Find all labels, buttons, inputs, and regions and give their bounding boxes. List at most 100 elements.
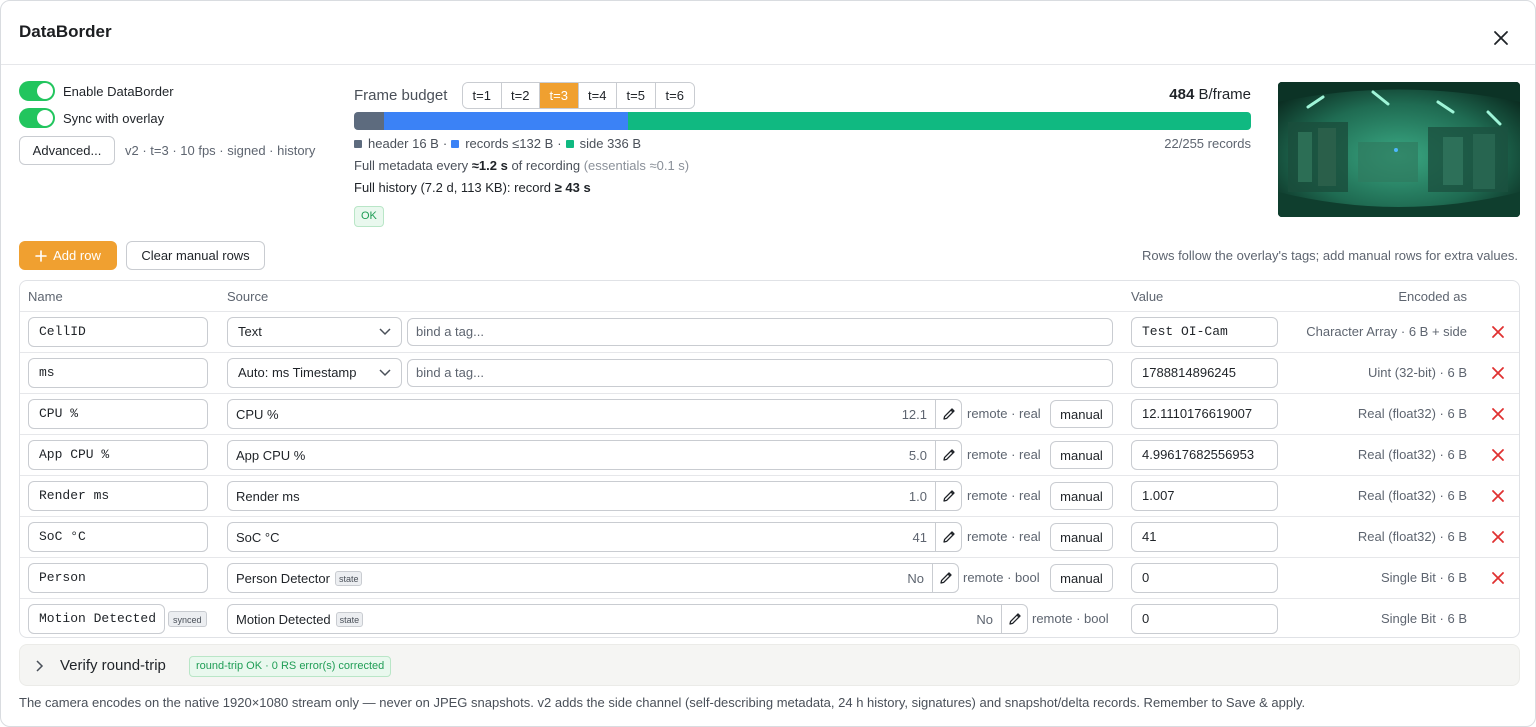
record-count: 22/255 records [1164, 136, 1251, 151]
delete-row-icon[interactable] [1491, 571, 1505, 585]
row-source-meta: remote · real [967, 447, 1041, 462]
row-source-label: Auto: ms Timestamp [238, 365, 357, 380]
tier-5[interactable]: t=5 [617, 83, 656, 108]
sync-overlay-row[interactable]: Sync with overlay [19, 108, 164, 128]
advanced-button[interactable]: Advanced... [19, 136, 115, 165]
footnote: The camera encodes on the native 1920×10… [19, 695, 1306, 710]
legend-side-swatch [565, 139, 574, 148]
table-row: SoC °C SoC °C 41 remote · real manual 41… [20, 516, 1519, 557]
edit-source-button[interactable] [935, 441, 961, 469]
status-badge: OK [354, 206, 384, 227]
enable-databorder-toggle[interactable] [19, 81, 55, 101]
row-source-field[interactable]: Person Detector state No [227, 563, 959, 593]
row-bind-tag-input[interactable]: bind a tag... [407, 318, 1113, 346]
row-value-input[interactable]: 0 [1131, 563, 1278, 593]
delete-row-icon[interactable] [1491, 407, 1505, 421]
row-source-select[interactable]: Text [227, 317, 402, 347]
row-source-field[interactable]: App CPU % 5.0 [227, 440, 962, 470]
manual-button[interactable]: manual [1050, 523, 1113, 551]
state-tag: state [335, 612, 364, 627]
delete-row-icon[interactable] [1491, 489, 1505, 503]
close-icon[interactable] [1489, 26, 1513, 50]
tier-4[interactable]: t=4 [578, 83, 617, 108]
frame-budget-total: 484 B/frame [1121, 86, 1251, 103]
sync-overlay-toggle[interactable] [19, 108, 55, 128]
row-encoded-as: Real (float32) · 6 B [1357, 488, 1467, 503]
row-value-input[interactable]: 41 [1131, 522, 1278, 552]
row-source-value: 41 [912, 530, 927, 545]
row-source-field[interactable]: CPU % 12.1 [227, 399, 962, 429]
bar-side-segment [628, 112, 1251, 130]
column-header-name: Name [28, 289, 63, 304]
delete-row-icon[interactable] [1491, 530, 1505, 544]
legend-records-text: records ≤132 B [465, 136, 554, 151]
history-interval: Full history (7.2 d, 113 KB): record ≥ 4… [354, 180, 591, 195]
manual-button[interactable]: manual [1050, 482, 1113, 510]
row-value-input[interactable]: 0 [1131, 604, 1278, 634]
edit-source-button[interactable] [1001, 605, 1027, 633]
enable-databorder-label: Enable DataBorder [63, 83, 174, 99]
row-source-select[interactable]: Auto: ms Timestamp [227, 358, 402, 388]
verify-title: Verify round-trip [60, 657, 166, 674]
sync-overlay-label: Sync with overlay [63, 110, 165, 126]
row-name-input[interactable]: Motion Detected [28, 604, 165, 634]
table-row: Person Person Detector state No remote · … [20, 557, 1519, 598]
row-encoded-as: Single Bit · 6 B [1381, 570, 1467, 585]
camera-preview-thumbnail [1278, 82, 1520, 217]
row-name-input[interactable]: Person [28, 563, 208, 593]
row-name-input[interactable]: Render ms [28, 481, 208, 511]
tier-3[interactable]: t=3 [540, 83, 579, 108]
row-source-field[interactable]: Render ms 1.0 [227, 481, 962, 511]
add-row-button[interactable]: Add row [19, 241, 117, 270]
metadata-interval: Full metadata every ≈1.2 s of recording … [354, 158, 690, 173]
table-row: Render ms Render ms 1.0 remote · real ma… [20, 475, 1519, 516]
dialog-titlebar: DataBorder [1, 1, 1535, 65]
row-value-input[interactable]: 12.1110176619007 [1131, 399, 1278, 429]
row-value-input[interactable]: 4.99617682556953 [1131, 440, 1278, 470]
edit-source-button[interactable] [935, 400, 961, 428]
edit-source-button[interactable] [935, 523, 961, 551]
edit-source-button[interactable] [935, 482, 961, 510]
row-source-meta: remote · real [967, 406, 1041, 421]
legend-header: header 16 B [354, 136, 439, 151]
tier-2[interactable]: t=2 [501, 83, 540, 108]
rows-hint: Rows follow the overlay's tags; add manu… [1141, 248, 1518, 263]
row-name-input[interactable]: SoC °C [28, 522, 208, 552]
row-encoded-as: Uint (32-bit) · 6 B [1368, 365, 1467, 380]
row-value-input[interactable]: 1788814896245 [1131, 358, 1278, 388]
row-source-value: 5.0 [908, 448, 927, 463]
chevron-down-icon [379, 328, 391, 336]
row-value-input[interactable]: 1.007 [1131, 481, 1278, 511]
add-row-label: Add row [53, 248, 101, 263]
clear-manual-rows-button[interactable]: Clear manual rows [126, 241, 265, 270]
row-source-name: Person Detector state [236, 571, 363, 586]
manual-button[interactable]: manual [1050, 441, 1113, 469]
manual-button[interactable]: manual [1050, 400, 1113, 428]
row-encoded-as: Character Array · 6 B + side [1306, 324, 1467, 339]
row-source-field[interactable]: SoC °C 41 [227, 522, 962, 552]
row-name-input[interactable]: App CPU % [28, 440, 208, 470]
delete-row-icon[interactable] [1491, 448, 1505, 462]
edit-source-button[interactable] [932, 564, 958, 592]
delete-row-icon[interactable] [1491, 366, 1505, 380]
verify-round-trip-panel[interactable]: Verify round-trip round-trip OK · 0 RS e… [19, 644, 1520, 686]
round-trip-status-badge: round-trip OK · 0 RS error(s) corrected [189, 656, 392, 677]
manual-button[interactable]: manual [1050, 564, 1113, 592]
row-source-label: Text [238, 324, 262, 339]
legend-records: records ≤132 B [451, 136, 553, 151]
row-source-field[interactable]: Motion Detected state No [227, 604, 1028, 634]
row-encoded-as: Real (float32) · 6 B [1357, 447, 1467, 462]
row-name-input[interactable]: CPU % [28, 399, 208, 429]
enable-databorder-row[interactable]: Enable DataBorder [19, 81, 174, 101]
fields-table: Name Source Value Encoded as CellID Text… [19, 280, 1520, 638]
row-source-name: App CPU % [236, 448, 306, 463]
row-source-value: No [976, 612, 993, 627]
row-name-input[interactable]: ms [28, 358, 208, 388]
tier-1[interactable]: t=1 [463, 83, 502, 108]
pencil-icon [942, 408, 955, 420]
row-value-input[interactable]: Test OI-Cam [1131, 317, 1278, 347]
tier-6[interactable]: t=6 [655, 83, 694, 108]
delete-row-icon[interactable] [1491, 325, 1505, 339]
row-bind-tag-input[interactable]: bind a tag... [407, 359, 1113, 387]
row-name-input[interactable]: CellID [28, 317, 208, 347]
